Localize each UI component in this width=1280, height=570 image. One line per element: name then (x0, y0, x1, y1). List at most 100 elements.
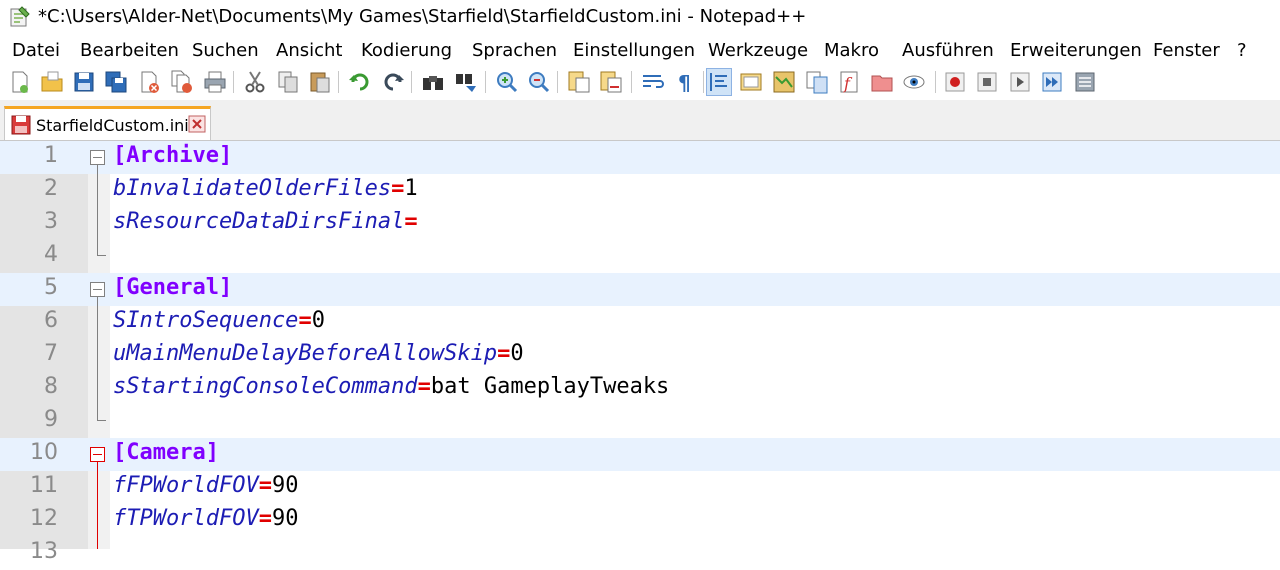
code-line[interactable]: 10 [Camera] (0, 438, 1280, 471)
notepadpp-app-icon[interactable] (8, 6, 30, 28)
menu-help[interactable]: ? (1237, 40, 1247, 61)
run-macro-multiple-icon[interactable] (1040, 69, 1064, 95)
tab-starfieldcustom-ini[interactable]: StarfieldCustom.ini (4, 106, 211, 140)
monitoring-eye-icon[interactable] (902, 69, 926, 95)
menu-ausfuehren[interactable]: Ausführen (902, 40, 994, 61)
line-number: 11 (30, 473, 58, 498)
replace-icon[interactable] (454, 69, 478, 95)
code-line[interactable]: 8 sStartingConsoleCommand=bat GameplayTw… (0, 372, 1280, 405)
line-number: 1 (44, 143, 58, 168)
zoom-in-icon[interactable] (495, 69, 519, 95)
code-line[interactable]: 6 SIntroSequence=0 (0, 306, 1280, 339)
code-line[interactable]: 7 uMainMenuDelayBeforeAllowSkip=0 (0, 339, 1280, 372)
fold-toggle-active-icon[interactable] (90, 447, 105, 462)
menu-kodierung[interactable]: Kodierung (361, 40, 452, 61)
document-list-icon[interactable] (805, 69, 829, 95)
document-map-icon[interactable] (772, 69, 796, 95)
ini-operator: = (497, 341, 511, 366)
menu-erweiterungen[interactable]: Erweiterungen (1010, 40, 1142, 61)
editor-area[interactable]: 1 [Archive] 2 bInvalidateOlderFiles=1 3 … (0, 141, 1280, 564)
cut-icon[interactable] (243, 69, 267, 95)
line-number: 9 (44, 407, 58, 432)
indent-guide-icon[interactable] (706, 68, 732, 96)
fold-end-marker (97, 420, 106, 421)
close-all-icon[interactable] (170, 69, 194, 95)
redo-icon[interactable] (381, 69, 405, 95)
save-all-icon[interactable] (104, 69, 128, 95)
line-content: uMainMenuDelayBeforeAllowSkip=0 (113, 341, 524, 366)
line-number: 6 (44, 308, 58, 333)
tab-label: StarfieldCustom.ini (36, 116, 189, 135)
menu-fenster[interactable]: Fenster (1153, 40, 1220, 61)
code-line[interactable]: 9 (0, 405, 1280, 438)
menu-ansicht[interactable]: Ansicht (276, 40, 342, 61)
open-file-icon[interactable] (40, 69, 64, 95)
line-content: [Archive] (113, 143, 232, 168)
sync-vertical-icon[interactable] (567, 69, 591, 95)
code-line[interactable]: 2 bInvalidateOlderFiles=1 (0, 174, 1280, 207)
ini-value: bat GameplayTweaks (430, 374, 670, 399)
copy-icon[interactable] (276, 69, 300, 95)
line-number: 13 (30, 539, 58, 564)
menu-makro[interactable]: Makro (824, 40, 879, 61)
tab-close-icon[interactable] (188, 115, 206, 133)
menu-sprachen[interactable]: Sprachen (472, 40, 557, 61)
function-list-icon[interactable]: f (838, 69, 862, 95)
menu-bearbeiten[interactable]: Bearbeiten (80, 40, 179, 61)
toolbar-separator (703, 71, 704, 93)
code-line[interactable]: 11 fFPWorldFOV=90 (0, 471, 1280, 504)
save-macro-icon[interactable] (1073, 69, 1097, 95)
user-defined-language-icon[interactable] (739, 69, 763, 95)
menu-suchen[interactable]: Suchen (192, 40, 259, 61)
code-line[interactable]: 12 fTPWorldFOV=90 (0, 504, 1280, 537)
show-all-characters-icon[interactable]: ¶ (673, 69, 697, 95)
new-file-icon[interactable] (8, 69, 32, 95)
ini-value: 90 (271, 473, 299, 498)
print-icon[interactable] (203, 69, 227, 95)
unsaved-file-icon (11, 115, 31, 135)
code-line[interactable]: 5 [General] (0, 273, 1280, 306)
line-content: SIntroSequence=0 (113, 308, 325, 333)
menu-datei[interactable]: Datei (12, 40, 60, 61)
ini-operator: = (258, 506, 272, 531)
line-number: 7 (44, 341, 58, 366)
line-number: 12 (30, 506, 58, 531)
save-icon[interactable] (72, 69, 96, 95)
paste-icon[interactable] (308, 69, 332, 95)
sync-horizontal-icon[interactable] (599, 69, 623, 95)
close-file-icon[interactable] (138, 69, 162, 95)
line-number: 8 (44, 374, 58, 399)
find-icon[interactable] (421, 69, 445, 95)
ini-value: 0 (510, 341, 524, 366)
ini-value: 0 (311, 308, 325, 333)
folder-as-workspace-icon[interactable] (870, 69, 894, 95)
code-line[interactable]: 1 [Archive] (0, 141, 1280, 174)
ini-operator: = (417, 374, 431, 399)
undo-icon[interactable] (348, 69, 372, 95)
code-line[interactable]: 13 (0, 537, 1280, 570)
toolbar: ¶ f (0, 66, 1280, 100)
line-number: 3 (44, 209, 58, 234)
fold-toggle-icon[interactable] (90, 282, 105, 297)
ini-operator: = (391, 176, 405, 201)
code-line[interactable]: 3 sResourceDataDirsFinal= (0, 207, 1280, 240)
menu-einstellungen[interactable]: Einstellungen (573, 40, 695, 61)
word-wrap-icon[interactable] (641, 69, 665, 95)
stop-macro-icon[interactable] (975, 69, 999, 95)
fold-toggle-icon[interactable] (90, 150, 105, 165)
play-macro-icon[interactable] (1008, 69, 1032, 95)
code-line[interactable]: 4 (0, 240, 1280, 273)
toolbar-separator (557, 71, 558, 93)
ini-operator: = (298, 308, 312, 333)
line-content: bInvalidateOlderFiles=1 (113, 176, 418, 201)
ini-operator: = (404, 209, 418, 234)
section-header: [General] (113, 275, 233, 300)
record-macro-icon[interactable] (943, 69, 967, 95)
tab-bar: StarfieldCustom.ini (0, 100, 1280, 141)
fold-line-active (97, 462, 98, 549)
menu-werkzeuge[interactable]: Werkzeuge (708, 40, 808, 61)
section-header: [Archive] (113, 143, 233, 168)
fold-line (97, 297, 98, 420)
section-header: [Camera] (113, 440, 219, 465)
zoom-out-icon[interactable] (527, 69, 551, 95)
